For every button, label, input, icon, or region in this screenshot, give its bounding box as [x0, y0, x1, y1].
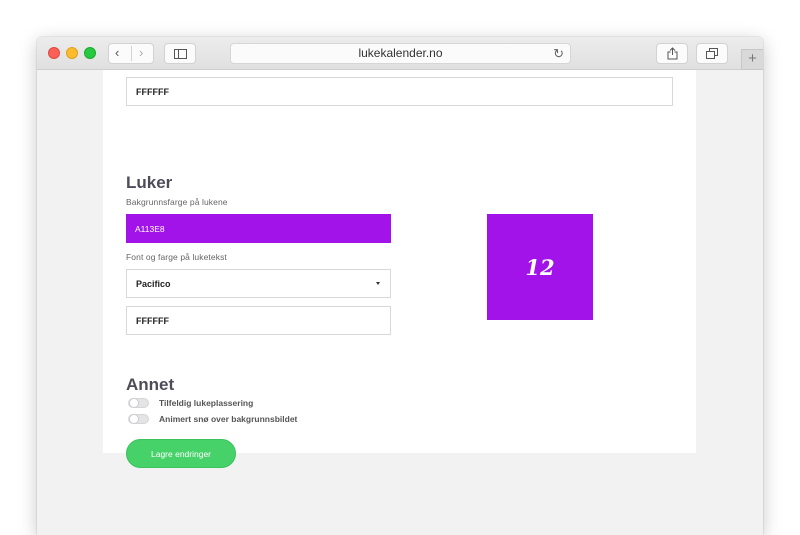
hatches-section-title: Luker — [126, 173, 173, 192]
snow-animation-toggle[interactable] — [128, 414, 149, 424]
hatch-preview: 12 — [487, 214, 593, 320]
toggle-label: Tilfeldig lukeplassering — [159, 398, 254, 408]
previous-text-color-field[interactable]: FFFFFF — [126, 77, 673, 106]
browser-window: ‹ › lukekalender.no ↻ + FFFFFF Luker Bak… — [37, 37, 763, 535]
hatch-bg-color-value: A113E8 — [135, 223, 165, 234]
browser-toolbar: ‹ › lukekalender.no ↻ — [37, 37, 763, 70]
address-bar[interactable]: lukekalender.no ↻ — [230, 43, 571, 64]
previous-text-color-value: FFFFFF — [136, 86, 169, 97]
share-button[interactable] — [656, 43, 688, 64]
hatch-font-selected: Pacifico — [136, 278, 171, 289]
hatch-font-select[interactable]: Pacifico — [126, 269, 391, 298]
hatch-font-label: Font og farge på luketekst — [126, 252, 227, 262]
hatch-preview-number: 12 — [525, 254, 555, 280]
back-icon[interactable]: ‹ — [115, 45, 119, 60]
hatch-text-color-value: FFFFFF — [136, 315, 169, 326]
toggle-label: Animert snø over bakgrunnsbildet — [159, 414, 298, 424]
new-tab-button[interactable]: + — [741, 49, 763, 70]
toggle-row-random-placement: Tilfeldig lukeplassering — [128, 397, 253, 409]
save-changes-button[interactable]: Lagre endringer — [126, 439, 236, 468]
random-placement-toggle[interactable] — [128, 398, 149, 408]
zoom-window-button[interactable] — [84, 47, 96, 59]
hatch-bg-color-label: Bakgrunnsfarge på lukene — [126, 197, 228, 207]
chevron-down-icon — [376, 282, 380, 285]
tabs-overview-button[interactable] — [696, 43, 728, 64]
hatch-text-color-field[interactable]: FFFFFF — [126, 306, 391, 335]
other-section-title: Annet — [126, 375, 175, 394]
settings-card: FFFFFF Luker Bakgrunnsfarge på lukene A1… — [103, 70, 696, 468]
navigation-buttons: ‹ › — [108, 43, 154, 64]
close-window-button[interactable] — [48, 47, 60, 59]
plus-icon: + — [748, 50, 757, 67]
forward-icon[interactable]: › — [139, 45, 143, 60]
url-text: lukekalender.no — [358, 46, 443, 60]
reload-icon[interactable]: ↻ — [553, 44, 564, 63]
hatch-bg-color-field[interactable]: A113E8 — [126, 214, 391, 243]
tabs-icon — [706, 48, 718, 59]
toggle-row-snow-animation: Animert snø over bakgrunnsbildet — [128, 413, 297, 425]
minimize-window-button[interactable] — [66, 47, 78, 59]
sidebar-button[interactable] — [164, 43, 196, 64]
share-icon — [667, 47, 677, 60]
sidebar-icon — [173, 48, 187, 59]
